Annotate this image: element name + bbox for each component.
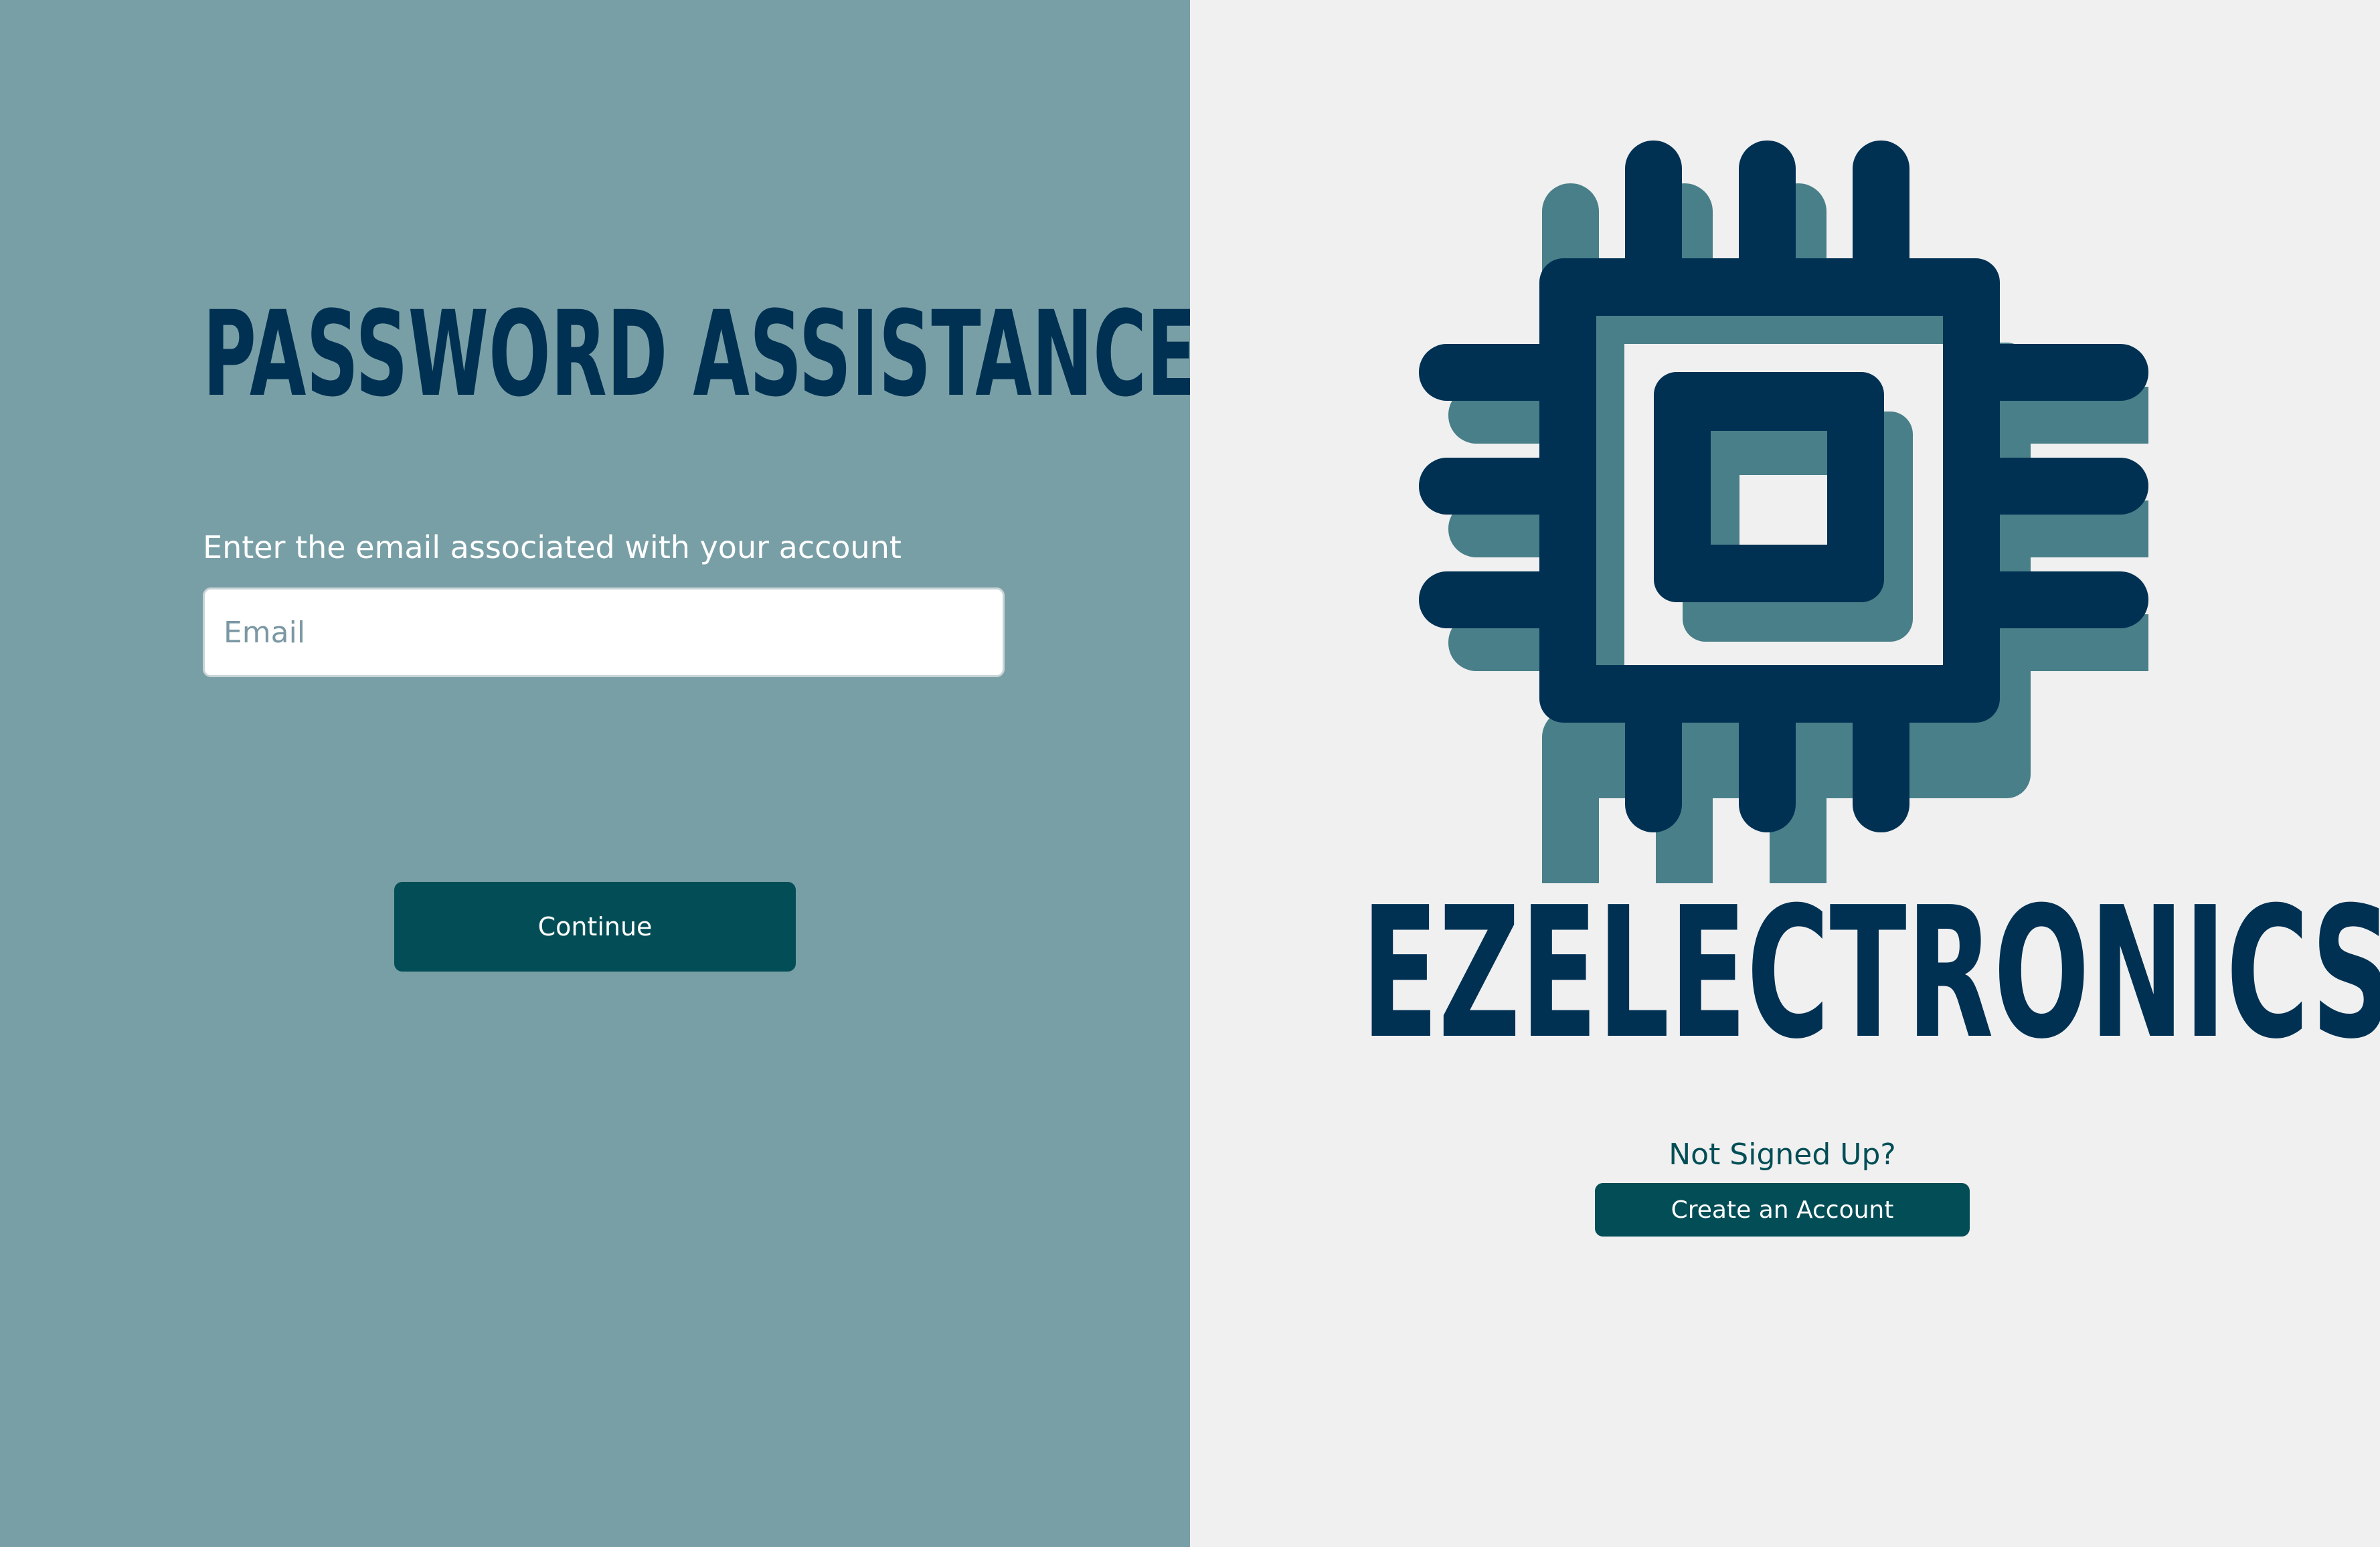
brand-name: EZELECTRONICS [1361, 868, 2380, 1079]
continue-button[interactable]: Continue [394, 882, 796, 972]
email-input[interactable] [203, 587, 1005, 677]
create-account-button[interactable]: Create an Account [1595, 1183, 1970, 1237]
email-label: Enter the email associated with your acc… [203, 529, 902, 565]
page-title: PASSWORD ASSISTANCE [203, 286, 1197, 423]
password-assistance-panel: PASSWORD ASSISTANCE Enter the email asso… [0, 0, 1197, 1547]
signup-prompt: Not Signed Up? [1669, 1138, 1896, 1172]
microchip-icon [1419, 141, 2148, 883]
